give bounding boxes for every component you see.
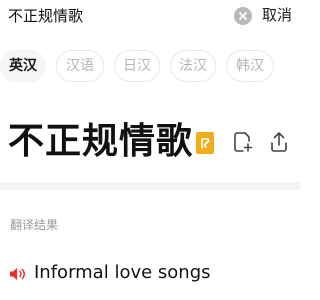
search-query-text: 不正规情歌 (8, 7, 84, 25)
cancel-button[interactable]: 取消 (262, 4, 292, 26)
search-input[interactable]: 不正规情歌 (6, 4, 252, 28)
tab-chinese[interactable]: 汉语 (56, 50, 104, 82)
tab-japanese-chinese[interactable]: 日汉 (114, 50, 160, 82)
translation-section-title: 翻译结果 (10, 218, 59, 232)
section-divider (0, 182, 300, 190)
tab-english-chinese[interactable]: 英汉 (0, 50, 46, 82)
share-icon[interactable] (268, 130, 290, 158)
search-bar: 不正规情歌 取消 (0, 0, 300, 34)
tab-french-chinese[interactable]: 法汉 (170, 50, 216, 82)
translation-text: Informal love songs (34, 262, 211, 283)
speaker-icon[interactable] (8, 264, 28, 288)
language-tabs: 英汉 汉语 日汉 法汉 韩汉 (0, 50, 300, 84)
headword: 不正规情歌 (8, 121, 194, 162)
tab-korean-chinese[interactable]: 韩汉 (226, 50, 274, 82)
clear-icon[interactable] (234, 7, 252, 25)
add-note-icon[interactable] (232, 130, 254, 158)
wordbook-icon[interactable] (196, 132, 214, 154)
